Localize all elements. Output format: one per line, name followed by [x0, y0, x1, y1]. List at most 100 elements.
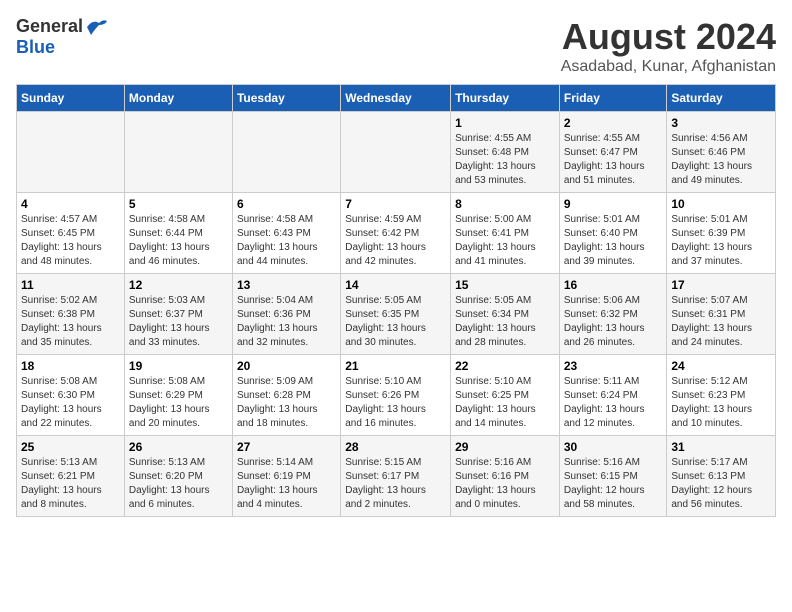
calendar-cell: 8 Sunrise: 5:00 AM Sunset: 6:41 PM Daylig… [451, 193, 560, 274]
day-number: 12 [129, 278, 228, 292]
calendar-body: 1 Sunrise: 4:55 AM Sunset: 6:48 PM Daylig… [17, 112, 776, 517]
day-number: 2 [564, 116, 663, 130]
header-row: SundayMondayTuesdayWednesdayThursdayFrid… [17, 85, 776, 112]
calendar-table: SundayMondayTuesdayWednesdayThursdayFrid… [16, 84, 776, 517]
day-info: Sunrise: 5:03 AM Sunset: 6:37 PM Dayligh… [129, 294, 228, 350]
day-info: Sunrise: 5:10 AM Sunset: 6:26 PM Dayligh… [345, 375, 446, 431]
calendar-cell: 15Sunrise: 5:05 AM Sunset: 6:34 PM Dayli… [451, 274, 560, 355]
calendar-cell [341, 112, 451, 193]
calendar-cell: 12 Sunrise: 5:03 AM Sunset: 6:37 PM Dayli… [124, 274, 232, 355]
day-number: 4 [21, 197, 120, 211]
day-info: Sunrise: 4:58 AM Sunset: 6:43 PM Dayligh… [237, 213, 336, 269]
calendar-cell: 7 Sunrise: 4:59 AM Sunset: 6:42 PM Daylig… [341, 193, 451, 274]
day-info: Sunrise: 5:09 AM Sunset: 6:28 PM Dayligh… [237, 375, 336, 431]
calendar-cell [17, 112, 125, 193]
calendar-cell [124, 112, 232, 193]
week-row-3: 11 Sunrise: 5:02 AM Sunset: 6:38 PM Dayli… [17, 274, 776, 355]
day-info: Sunrise: 4:58 AM Sunset: 6:44 PM Dayligh… [129, 213, 228, 269]
day-info: Sunrise: 5:01 AM Sunset: 6:39 PM Dayligh… [671, 213, 771, 269]
day-number: 13 [237, 278, 336, 292]
calendar-cell: 14 Sunrise: 5:05 AM Sunset: 6:35 PM Dayli… [341, 274, 451, 355]
calendar-cell: 29 Sunrise: 5:16 AM Sunset: 6:16 PM Dayli… [451, 436, 560, 517]
day-info: Sunrise: 4:55 AM Sunset: 6:48 PM Dayligh… [455, 132, 555, 188]
day-number: 31 [671, 440, 771, 454]
day-info: Sunrise: 5:08 AM Sunset: 6:29 PM Dayligh… [129, 375, 228, 431]
header-cell-thursday: Thursday [451, 85, 560, 112]
day-number: 7 [345, 197, 446, 211]
calendar-cell: 20Sunrise: 5:09 AM Sunset: 6:28 PM Dayli… [232, 355, 340, 436]
day-number: 19 [129, 359, 228, 373]
calendar-cell: 21Sunrise: 5:10 AM Sunset: 6:26 PM Dayli… [341, 355, 451, 436]
calendar-cell: 27 Sunrise: 5:14 AM Sunset: 6:19 PM Dayli… [232, 436, 340, 517]
day-number: 8 [455, 197, 555, 211]
day-info: Sunrise: 5:04 AM Sunset: 6:36 PM Dayligh… [237, 294, 336, 350]
calendar-cell: 23 Sunrise: 5:11 AM Sunset: 6:24 PM Dayli… [559, 355, 667, 436]
day-info: Sunrise: 5:02 AM Sunset: 6:38 PM Dayligh… [21, 294, 120, 350]
day-number: 1 [455, 116, 555, 130]
calendar-cell: 30Sunrise: 5:16 AM Sunset: 6:15 PM Dayli… [559, 436, 667, 517]
week-row-1: 1 Sunrise: 4:55 AM Sunset: 6:48 PM Daylig… [17, 112, 776, 193]
calendar-cell: 26 Sunrise: 5:13 AM Sunset: 6:20 PM Dayli… [124, 436, 232, 517]
calendar-cell: 9Sunrise: 5:01 AM Sunset: 6:40 PM Daylig… [559, 193, 667, 274]
calendar-cell: 11 Sunrise: 5:02 AM Sunset: 6:38 PM Dayli… [17, 274, 125, 355]
day-info: Sunrise: 4:55 AM Sunset: 6:47 PM Dayligh… [564, 132, 663, 188]
header-cell-wednesday: Wednesday [341, 85, 451, 112]
day-number: 25 [21, 440, 120, 454]
subtitle: Asadabad, Kunar, Afghanistan [561, 58, 776, 76]
calendar-cell: 2 Sunrise: 4:55 AM Sunset: 6:47 PM Daylig… [559, 112, 667, 193]
day-number: 14 [345, 278, 446, 292]
day-info: Sunrise: 5:08 AM Sunset: 6:30 PM Dayligh… [21, 375, 120, 431]
logo-general-text: General [16, 16, 83, 37]
day-info: Sunrise: 5:06 AM Sunset: 6:32 PM Dayligh… [564, 294, 663, 350]
day-number: 3 [671, 116, 771, 130]
day-number: 23 [564, 359, 663, 373]
day-info: Sunrise: 5:00 AM Sunset: 6:41 PM Dayligh… [455, 213, 555, 269]
day-number: 22 [455, 359, 555, 373]
day-number: 17 [671, 278, 771, 292]
logo-blue-text: Blue [16, 37, 55, 58]
day-number: 6 [237, 197, 336, 211]
calendar-cell: 18 Sunrise: 5:08 AM Sunset: 6:30 PM Dayli… [17, 355, 125, 436]
day-info: Sunrise: 5:05 AM Sunset: 6:35 PM Dayligh… [345, 294, 446, 350]
calendar-cell: 10 Sunrise: 5:01 AM Sunset: 6:39 PM Dayli… [667, 193, 776, 274]
day-info: Sunrise: 5:13 AM Sunset: 6:21 PM Dayligh… [21, 456, 120, 512]
week-row-4: 18 Sunrise: 5:08 AM Sunset: 6:30 PM Dayli… [17, 355, 776, 436]
day-number: 16 [564, 278, 663, 292]
day-number: 15 [455, 278, 555, 292]
day-info: Sunrise: 5:11 AM Sunset: 6:24 PM Dayligh… [564, 375, 663, 431]
day-info: Sunrise: 5:13 AM Sunset: 6:20 PM Dayligh… [129, 456, 228, 512]
day-number: 11 [21, 278, 120, 292]
day-number: 29 [455, 440, 555, 454]
day-number: 27 [237, 440, 336, 454]
day-info: Sunrise: 5:14 AM Sunset: 6:19 PM Dayligh… [237, 456, 336, 512]
calendar-cell: 17 Sunrise: 5:07 AM Sunset: 6:31 PM Dayli… [667, 274, 776, 355]
day-number: 26 [129, 440, 228, 454]
calendar-cell: 22Sunrise: 5:10 AM Sunset: 6:25 PM Dayli… [451, 355, 560, 436]
calendar-cell: 24Sunrise: 5:12 AM Sunset: 6:23 PM Dayli… [667, 355, 776, 436]
calendar-cell: 13 Sunrise: 5:04 AM Sunset: 6:36 PM Dayli… [232, 274, 340, 355]
title-block: August 2024 Asadabad, Kunar, Afghanistan [561, 16, 776, 76]
calendar-cell: 19 Sunrise: 5:08 AM Sunset: 6:29 PM Dayli… [124, 355, 232, 436]
calendar-cell: 31 Sunrise: 5:17 AM Sunset: 6:13 PM Dayli… [667, 436, 776, 517]
day-info: Sunrise: 4:57 AM Sunset: 6:45 PM Dayligh… [21, 213, 120, 269]
day-number: 18 [21, 359, 120, 373]
day-info: Sunrise: 5:17 AM Sunset: 6:13 PM Dayligh… [671, 456, 771, 512]
day-info: Sunrise: 5:15 AM Sunset: 6:17 PM Dayligh… [345, 456, 446, 512]
calendar-cell: 16 Sunrise: 5:06 AM Sunset: 6:32 PM Dayli… [559, 274, 667, 355]
day-number: 10 [671, 197, 771, 211]
day-number: 28 [345, 440, 446, 454]
calendar-cell: 6 Sunrise: 4:58 AM Sunset: 6:43 PM Daylig… [232, 193, 340, 274]
day-number: 30 [564, 440, 663, 454]
header-cell-saturday: Saturday [667, 85, 776, 112]
day-info: Sunrise: 4:59 AM Sunset: 6:42 PM Dayligh… [345, 213, 446, 269]
week-row-5: 25 Sunrise: 5:13 AM Sunset: 6:21 PM Dayli… [17, 436, 776, 517]
main-title: August 2024 [561, 16, 776, 58]
day-info: Sunrise: 5:16 AM Sunset: 6:16 PM Dayligh… [455, 456, 555, 512]
header-cell-friday: Friday [559, 85, 667, 112]
day-number: 9 [564, 197, 663, 211]
day-info: Sunrise: 5:07 AM Sunset: 6:31 PM Dayligh… [671, 294, 771, 350]
calendar-cell: 25 Sunrise: 5:13 AM Sunset: 6:21 PM Dayli… [17, 436, 125, 517]
logo-bird-icon [85, 17, 109, 37]
header-cell-tuesday: Tuesday [232, 85, 340, 112]
calendar-cell: 4 Sunrise: 4:57 AM Sunset: 6:45 PM Daylig… [17, 193, 125, 274]
